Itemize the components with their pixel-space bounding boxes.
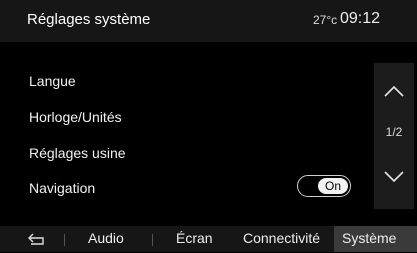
scroll-down-button[interactable] [374, 157, 414, 197]
scrollbar: 1/2 [374, 63, 414, 209]
tab-connectivite[interactable]: Connectivité [243, 230, 320, 246]
tab-separator [152, 234, 153, 246]
temperature-readout: 27°c [313, 13, 338, 27]
menu-item-navigation[interactable]: Navigation [29, 180, 95, 196]
tab-ecran[interactable]: Écran [176, 230, 213, 246]
clock: 09:12 [340, 10, 381, 27]
menu-item-label: Langue [29, 73, 76, 89]
menu-item-reglages-usine[interactable]: Réglages usine [29, 145, 126, 161]
screen: Réglages système 27°c 09:12 Langue Horlo… [0, 0, 417, 252]
tab-separator [64, 234, 65, 246]
back-arrow-icon [28, 233, 44, 245]
bottom-tab-bar: Audio Écran Connectivité Système [0, 226, 417, 252]
top-bar: Réglages système 27°c 09:12 [0, 0, 417, 42]
navigation-toggle[interactable]: On [297, 175, 351, 197]
page-title: Réglages système [27, 11, 151, 28]
menu-item-langue[interactable]: Langue [29, 73, 76, 89]
tab-systeme[interactable]: Système [342, 230, 396, 246]
menu-item-label: Navigation [29, 180, 96, 196]
back-button[interactable] [26, 230, 48, 248]
page-indicator: 1/2 [385, 125, 403, 139]
menu-item-horloge-unites[interactable]: Horloge/Unités [29, 109, 122, 125]
menu-item-label: Horloge/Unités [29, 109, 122, 125]
scroll-up-button[interactable] [374, 71, 414, 111]
tab-audio[interactable]: Audio [88, 230, 124, 246]
menu-item-label: Réglages usine [29, 145, 126, 161]
toggle-knob: On [318, 178, 348, 194]
chevron-up-icon [384, 85, 404, 97]
chevron-down-icon [384, 171, 404, 183]
